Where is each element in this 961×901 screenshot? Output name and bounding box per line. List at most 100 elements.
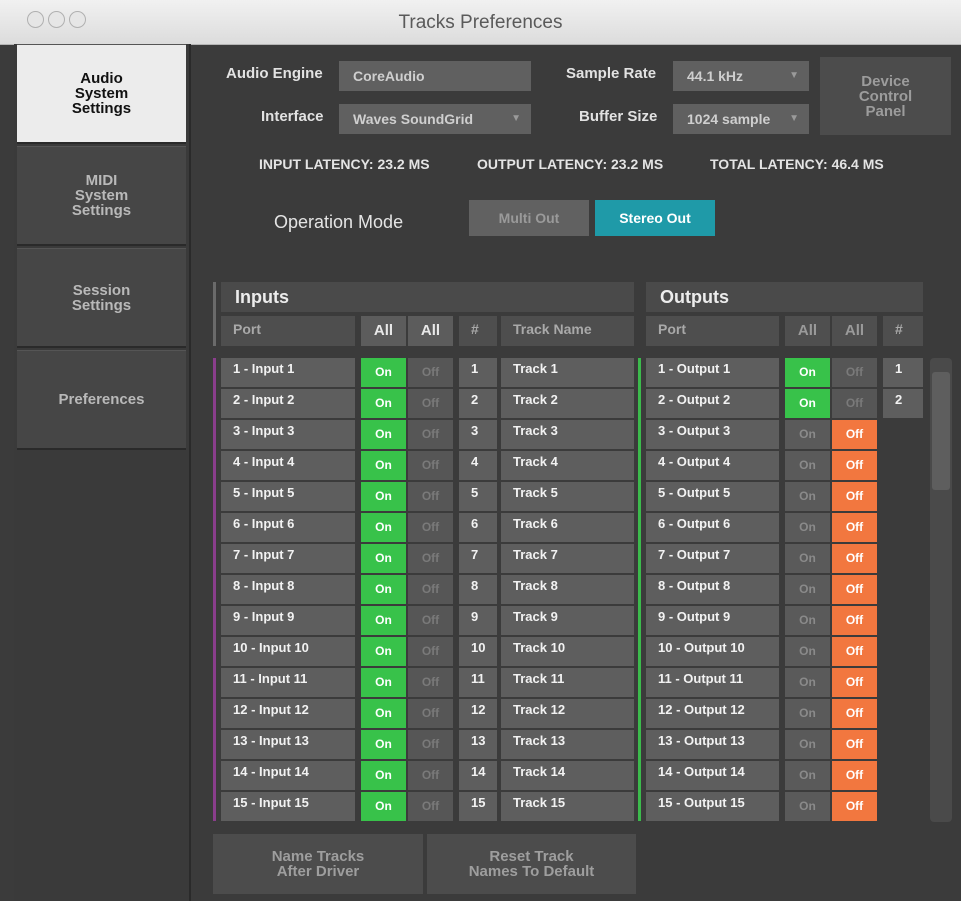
input-track-name-field[interactable]: Track 3 bbox=[501, 420, 634, 449]
outputs-all-on-button[interactable]: All bbox=[785, 316, 830, 346]
output-on-toggle[interactable]: On bbox=[785, 482, 830, 511]
multi-out-button[interactable]: Multi Out bbox=[469, 200, 589, 236]
input-track-name-field[interactable]: Track 12 bbox=[501, 699, 634, 728]
output-on-toggle[interactable]: On bbox=[785, 792, 830, 821]
device-control-panel-button[interactable]: Device Control Panel bbox=[820, 57, 951, 135]
output-off-toggle[interactable]: Off bbox=[832, 389, 877, 418]
input-on-toggle[interactable]: On bbox=[361, 668, 406, 697]
output-on-toggle[interactable]: On bbox=[785, 389, 830, 418]
output-off-toggle[interactable]: Off bbox=[832, 451, 877, 480]
input-track-name-field[interactable]: Track 11 bbox=[501, 668, 634, 697]
input-on-toggle[interactable]: On bbox=[361, 482, 406, 511]
output-off-toggle[interactable]: Off bbox=[832, 699, 877, 728]
scrollbar-thumb[interactable] bbox=[932, 372, 950, 490]
output-on-toggle[interactable]: On bbox=[785, 420, 830, 449]
input-track-name-field[interactable]: Track 14 bbox=[501, 761, 634, 790]
input-off-toggle[interactable]: Off bbox=[408, 544, 453, 573]
output-on-toggle[interactable]: On bbox=[785, 761, 830, 790]
output-off-toggle[interactable]: Off bbox=[832, 761, 877, 790]
input-on-toggle[interactable]: On bbox=[361, 637, 406, 666]
vertical-scrollbar[interactable] bbox=[930, 358, 952, 822]
output-on-toggle[interactable]: On bbox=[785, 451, 830, 480]
input-off-toggle[interactable]: Off bbox=[408, 389, 453, 418]
inputs-all-on-button[interactable]: All bbox=[361, 316, 406, 346]
tab-preferences[interactable]: Preferences bbox=[17, 350, 186, 450]
input-on-toggle[interactable]: On bbox=[361, 792, 406, 821]
input-off-toggle[interactable]: Off bbox=[408, 792, 453, 821]
input-on-toggle[interactable]: On bbox=[361, 513, 406, 542]
input-off-toggle[interactable]: Off bbox=[408, 699, 453, 728]
reset-track-names-button[interactable]: Reset Track Names To Default bbox=[427, 834, 636, 894]
audio-engine-field[interactable]: CoreAudio bbox=[339, 61, 531, 91]
input-on-toggle[interactable]: On bbox=[361, 389, 406, 418]
input-port-cell: 9 - Input 9 bbox=[221, 606, 355, 635]
input-off-toggle[interactable]: Off bbox=[408, 513, 453, 542]
input-off-toggle[interactable]: Off bbox=[408, 637, 453, 666]
input-on-toggle[interactable]: On bbox=[361, 606, 406, 635]
input-off-toggle[interactable]: Off bbox=[408, 451, 453, 480]
output-off-toggle[interactable]: Off bbox=[832, 544, 877, 573]
input-track-name-field[interactable]: Track 9 bbox=[501, 606, 634, 635]
input-track-name-field[interactable]: Track 2 bbox=[501, 389, 634, 418]
sample-rate-dropdown[interactable]: 44.1 kHz ▼ bbox=[673, 61, 809, 91]
output-off-toggle[interactable]: Off bbox=[832, 575, 877, 604]
stereo-out-button[interactable]: Stereo Out bbox=[595, 200, 715, 236]
output-port-cell: 4 - Output 4 bbox=[646, 451, 779, 480]
input-track-name-field[interactable]: Track 4 bbox=[501, 451, 634, 480]
output-on-toggle[interactable]: On bbox=[785, 358, 830, 387]
input-off-toggle[interactable]: Off bbox=[408, 575, 453, 604]
output-on-toggle[interactable]: On bbox=[785, 575, 830, 604]
output-off-toggle[interactable]: Off bbox=[832, 482, 877, 511]
input-track-name-field[interactable]: Track 13 bbox=[501, 730, 634, 759]
output-off-toggle[interactable]: Off bbox=[832, 606, 877, 635]
input-track-name-field[interactable]: Track 1 bbox=[501, 358, 634, 387]
output-on-toggle[interactable]: On bbox=[785, 606, 830, 635]
output-off-toggle[interactable]: Off bbox=[832, 513, 877, 542]
output-off-toggle[interactable]: Off bbox=[832, 420, 877, 449]
output-off-toggle[interactable]: Off bbox=[832, 637, 877, 666]
input-track-name-field[interactable]: Track 10 bbox=[501, 637, 634, 666]
input-off-toggle[interactable]: Off bbox=[408, 420, 453, 449]
input-on-toggle[interactable]: On bbox=[361, 575, 406, 604]
input-off-toggle[interactable]: Off bbox=[408, 668, 453, 697]
input-on-toggle[interactable]: On bbox=[361, 451, 406, 480]
outputs-all-off-button[interactable]: All bbox=[832, 316, 877, 346]
input-off-toggle[interactable]: Off bbox=[408, 482, 453, 511]
input-on-toggle[interactable]: On bbox=[361, 761, 406, 790]
output-off-toggle[interactable]: Off bbox=[832, 792, 877, 821]
output-off-toggle[interactable]: Off bbox=[832, 668, 877, 697]
input-track-name-field[interactable]: Track 8 bbox=[501, 575, 634, 604]
name-tracks-after-driver-button[interactable]: Name Tracks After Driver bbox=[213, 834, 423, 894]
input-track-name-field[interactable]: Track 5 bbox=[501, 482, 634, 511]
input-off-toggle[interactable]: Off bbox=[408, 358, 453, 387]
input-on-toggle[interactable]: On bbox=[361, 420, 406, 449]
output-on-toggle[interactable]: On bbox=[785, 544, 830, 573]
tab-midi-system-settings[interactable]: MIDI System Settings bbox=[17, 146, 186, 246]
input-on-toggle[interactable]: On bbox=[361, 730, 406, 759]
tab-audio-system-settings[interactable]: Audio System Settings bbox=[17, 44, 186, 144]
input-off-toggle[interactable]: Off bbox=[408, 761, 453, 790]
input-track-name-field[interactable]: Track 6 bbox=[501, 513, 634, 542]
input-on-toggle[interactable]: On bbox=[361, 358, 406, 387]
sample-rate-label: Sample Rate bbox=[566, 65, 657, 82]
input-on-toggle[interactable]: On bbox=[361, 699, 406, 728]
output-on-toggle[interactable]: On bbox=[785, 730, 830, 759]
output-port-cell: 11 - Output 11 bbox=[646, 668, 779, 697]
input-off-toggle[interactable]: Off bbox=[408, 730, 453, 759]
output-off-toggle[interactable]: Off bbox=[832, 730, 877, 759]
input-on-toggle[interactable]: On bbox=[361, 544, 406, 573]
input-port-cell: 6 - Input 6 bbox=[221, 513, 355, 542]
inputs-all-off-button[interactable]: All bbox=[408, 316, 453, 346]
interface-dropdown[interactable]: Waves SoundGrid ▼ bbox=[339, 104, 531, 134]
output-on-toggle[interactable]: On bbox=[785, 637, 830, 666]
buffer-size-dropdown[interactable]: 1024 sample ▼ bbox=[673, 104, 809, 134]
input-track-name-field[interactable]: Track 7 bbox=[501, 544, 634, 573]
output-on-toggle[interactable]: On bbox=[785, 699, 830, 728]
input-off-toggle[interactable]: Off bbox=[408, 606, 453, 635]
chevron-down-icon: ▼ bbox=[789, 113, 799, 124]
tab-session-settings[interactable]: Session Settings bbox=[17, 248, 186, 348]
input-track-name-field[interactable]: Track 15 bbox=[501, 792, 634, 821]
output-on-toggle[interactable]: On bbox=[785, 668, 830, 697]
output-on-toggle[interactable]: On bbox=[785, 513, 830, 542]
output-off-toggle[interactable]: Off bbox=[832, 358, 877, 387]
